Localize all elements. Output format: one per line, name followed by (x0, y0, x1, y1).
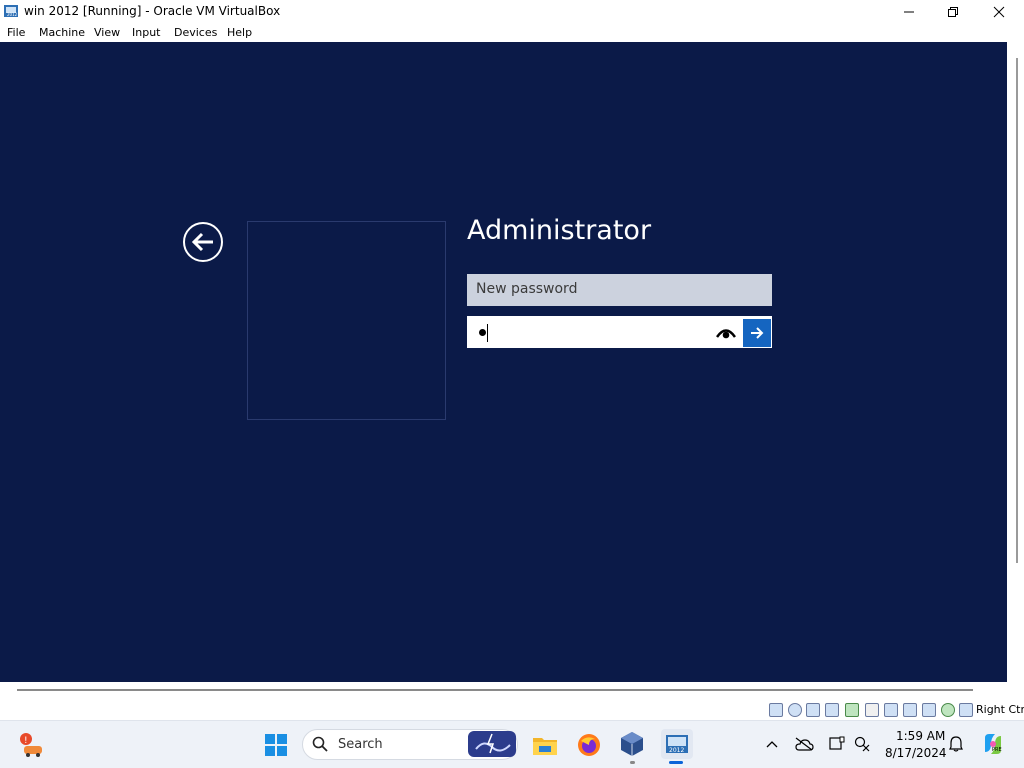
virtualbox-taskbar-icon[interactable] (618, 730, 646, 758)
audio-status-icon[interactable] (788, 703, 802, 717)
menu-machine[interactable]: Machine (39, 26, 85, 39)
cloud-offline-icon[interactable] (794, 735, 814, 753)
reveal-password-icon[interactable] (716, 326, 736, 340)
usb-status-icon[interactable] (825, 703, 839, 717)
start-button[interactable] (262, 731, 290, 759)
virtualbox-app-icon: 2012 (3, 3, 19, 19)
user-avatar-tile (247, 221, 446, 420)
windows-logo-icon (265, 734, 287, 756)
firefox-icon[interactable] (575, 731, 603, 759)
display-status-icon[interactable] (865, 703, 879, 717)
text-caret (487, 324, 488, 342)
back-arrow-icon (191, 232, 213, 252)
chevron-up-icon (766, 741, 778, 748)
menu-view[interactable]: View (94, 26, 120, 39)
mouse-integration-status-icon[interactable] (941, 703, 955, 717)
network-disconnected-icon[interactable] (853, 735, 871, 753)
taskbar-clock-date[interactable]: 8/17/2024 (885, 746, 947, 760)
notifications-bell-icon[interactable] (947, 735, 965, 753)
show-hidden-icons-button[interactable] (764, 736, 780, 752)
shared-folders-status-icon[interactable] (845, 703, 859, 717)
window-title: win 2012 [Running] - Oracle VM VirtualBo… (24, 4, 281, 18)
svg-text:2012: 2012 (669, 747, 684, 754)
horizontal-scrollbar-thumb[interactable] (17, 689, 973, 691)
vertical-scrollbar-thumb[interactable] (1016, 58, 1018, 563)
cpu-status-icon[interactable] (922, 703, 936, 717)
window-title-bar[interactable]: 2012 win 2012 [Running] - Oracle VM Virt… (0, 0, 1024, 23)
svg-text:2012: 2012 (7, 12, 18, 17)
notification-warning-icon[interactable]: ! (17, 731, 47, 759)
vm-window-icon: 2012 (666, 735, 688, 754)
menu-input[interactable]: Input (132, 26, 160, 39)
vm-window-taskbar-button[interactable]: 2012 (661, 729, 693, 759)
vm-display[interactable]: Administrator New password (0, 42, 1007, 682)
svg-text:PRE: PRE (992, 747, 1002, 753)
search-placeholder: Search (338, 737, 383, 752)
submit-button[interactable] (743, 319, 771, 347)
account-username: Administrator (467, 215, 652, 246)
menu-file[interactable]: File (7, 26, 25, 39)
copilot-icon[interactable]: PRE (980, 731, 1006, 757)
close-icon (993, 6, 1005, 17)
host-key-label: Right Ctrl (976, 703, 1024, 716)
arrow-right-icon (751, 327, 764, 339)
hdd-status-icon[interactable] (903, 703, 917, 717)
close-button[interactable] (976, 0, 1022, 23)
back-button[interactable] (183, 222, 223, 262)
confirm-password-input[interactable] (467, 316, 772, 348)
virtualbox-open-indicator (630, 761, 635, 764)
new-password-field[interactable]: New password (467, 274, 772, 306)
menu-devices[interactable]: Devices (174, 26, 217, 39)
search-highlight-icon (468, 731, 516, 757)
keyboard-capture-status-icon[interactable] (959, 703, 973, 717)
maximize-button[interactable] (930, 0, 976, 23)
svg-text:!: ! (24, 736, 28, 746)
search-icon (312, 736, 328, 752)
display-settings-icon[interactable] (828, 735, 846, 753)
horizontal-scrollbar[interactable] (0, 682, 1024, 700)
recording-status-icon[interactable] (884, 703, 898, 717)
menu-help[interactable]: Help (227, 26, 252, 39)
file-explorer-icon[interactable] (531, 731, 559, 759)
minimize-button[interactable] (886, 0, 932, 23)
menu-bar: File Machine View Input Devices Help (0, 23, 1024, 42)
network-status-icon[interactable] (806, 703, 820, 717)
optical-drive-status-icon[interactable] (769, 703, 783, 717)
taskbar-clock-time[interactable]: 1:59 AM (896, 729, 945, 743)
restore-icon (948, 6, 958, 17)
password-mask-dot (479, 329, 486, 336)
minimize-icon (904, 11, 914, 12)
active-window-indicator (669, 761, 683, 764)
